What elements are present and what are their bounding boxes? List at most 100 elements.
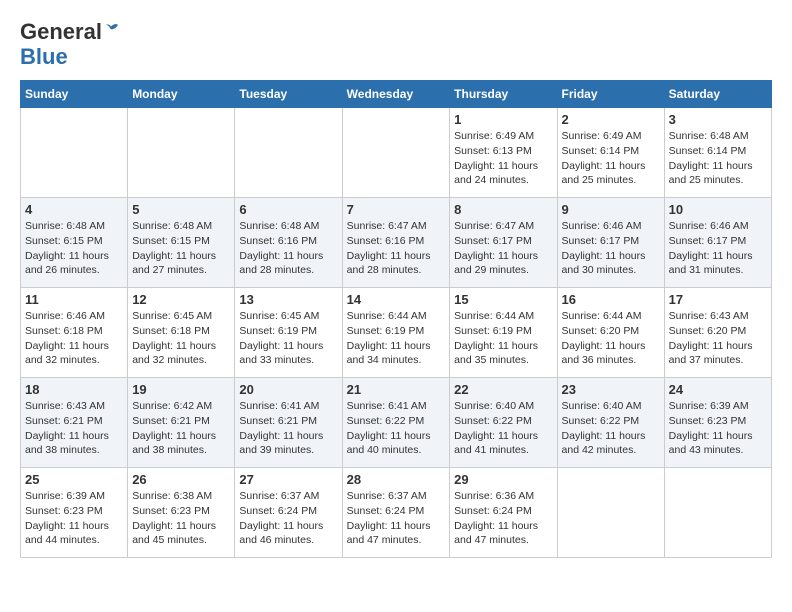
calendar-day-cell: 18 Sunrise: 6:43 AM Sunset: 6:21 PM Dayli…: [21, 378, 128, 468]
calendar-day-cell: 9 Sunrise: 6:46 AM Sunset: 6:17 PM Daylig…: [557, 198, 664, 288]
calendar-week-row: 4 Sunrise: 6:48 AM Sunset: 6:15 PM Daylig…: [21, 198, 772, 288]
calendar-day-cell: 10Sunrise: 6:46 AM Sunset: 6:17 PM Dayli…: [664, 198, 771, 288]
day-info: Sunrise: 6:45 AM Sunset: 6:19 PM Dayligh…: [239, 309, 337, 368]
day-info: Sunrise: 6:47 AM Sunset: 6:17 PM Dayligh…: [454, 219, 552, 278]
calendar-day-cell: [557, 468, 664, 558]
calendar-day-cell: [664, 468, 771, 558]
day-number: 21: [347, 382, 446, 397]
calendar-week-row: 18 Sunrise: 6:43 AM Sunset: 6:21 PM Dayli…: [21, 378, 772, 468]
calendar-header-cell: Saturday: [664, 81, 771, 108]
calendar-day-cell: 3 Sunrise: 6:48 AM Sunset: 6:14 PM Daylig…: [664, 108, 771, 198]
day-info: Sunrise: 6:42 AM Sunset: 6:21 PM Dayligh…: [132, 399, 230, 458]
day-number: 4: [25, 202, 123, 217]
day-number: 19: [132, 382, 230, 397]
calendar-header-cell: Wednesday: [342, 81, 450, 108]
calendar-day-cell: 16 Sunrise: 6:44 AM Sunset: 6:20 PM Dayli…: [557, 288, 664, 378]
logo: General Blue: [20, 20, 120, 70]
calendar-day-cell: 8 Sunrise: 6:47 AM Sunset: 6:17 PM Daylig…: [450, 198, 557, 288]
day-number: 8: [454, 202, 552, 217]
calendar-day-cell: 26 Sunrise: 6:38 AM Sunset: 6:23 PM Dayli…: [128, 468, 235, 558]
calendar-day-cell: 24 Sunrise: 6:39 AM Sunset: 6:23 PM Dayli…: [664, 378, 771, 468]
day-number: 1: [454, 112, 552, 127]
day-info: Sunrise: 6:40 AM Sunset: 6:22 PM Dayligh…: [562, 399, 660, 458]
calendar-body: 1 Sunrise: 6:49 AM Sunset: 6:13 PM Daylig…: [21, 108, 772, 558]
day-info: Sunrise: 6:37 AM Sunset: 6:24 PM Dayligh…: [347, 489, 446, 548]
calendar-day-cell: 1 Sunrise: 6:49 AM Sunset: 6:13 PM Daylig…: [450, 108, 557, 198]
day-info: Sunrise: 6:46 AM Sunset: 6:18 PM Dayligh…: [25, 309, 123, 368]
calendar-header-cell: Friday: [557, 81, 664, 108]
calendar-day-cell: 12Sunrise: 6:45 AM Sunset: 6:18 PM Dayli…: [128, 288, 235, 378]
calendar-day-cell: 19 Sunrise: 6:42 AM Sunset: 6:21 PM Dayli…: [128, 378, 235, 468]
calendar-day-cell: 15 Sunrise: 6:44 AM Sunset: 6:19 PM Dayli…: [450, 288, 557, 378]
day-number: 10: [669, 202, 767, 217]
day-info: Sunrise: 6:36 AM Sunset: 6:24 PM Dayligh…: [454, 489, 552, 548]
calendar-day-cell: 4 Sunrise: 6:48 AM Sunset: 6:15 PM Daylig…: [21, 198, 128, 288]
calendar-day-cell: [342, 108, 450, 198]
day-info: Sunrise: 6:44 AM Sunset: 6:20 PM Dayligh…: [562, 309, 660, 368]
calendar-header-cell: Tuesday: [235, 81, 342, 108]
day-info: Sunrise: 6:43 AM Sunset: 6:20 PM Dayligh…: [669, 309, 767, 368]
day-info: Sunrise: 6:38 AM Sunset: 6:23 PM Dayligh…: [132, 489, 230, 548]
calendar-day-cell: 23 Sunrise: 6:40 AM Sunset: 6:22 PM Dayli…: [557, 378, 664, 468]
day-number: 25: [25, 472, 123, 487]
calendar-week-row: 25 Sunrise: 6:39 AM Sunset: 6:23 PM Dayli…: [21, 468, 772, 558]
calendar-day-cell: [21, 108, 128, 198]
calendar-day-cell: 28 Sunrise: 6:37 AM Sunset: 6:24 PM Dayli…: [342, 468, 450, 558]
day-number: 18: [25, 382, 123, 397]
day-number: 23: [562, 382, 660, 397]
day-number: 26: [132, 472, 230, 487]
day-number: 11: [25, 292, 123, 307]
day-info: Sunrise: 6:49 AM Sunset: 6:13 PM Dayligh…: [454, 129, 552, 188]
day-number: 16: [562, 292, 660, 307]
day-number: 20: [239, 382, 337, 397]
day-number: 15: [454, 292, 552, 307]
calendar-day-cell: 29 Sunrise: 6:36 AM Sunset: 6:24 PM Dayli…: [450, 468, 557, 558]
day-number: 29: [454, 472, 552, 487]
day-number: 24: [669, 382, 767, 397]
day-number: 14: [347, 292, 446, 307]
day-info: Sunrise: 6:46 AM Sunset: 6:17 PM Dayligh…: [562, 219, 660, 278]
day-info: Sunrise: 6:48 AM Sunset: 6:15 PM Dayligh…: [25, 219, 123, 278]
calendar-day-cell: 7Sunrise: 6:47 AM Sunset: 6:16 PM Daylig…: [342, 198, 450, 288]
day-number: 28: [347, 472, 446, 487]
calendar-day-cell: 14 Sunrise: 6:44 AM Sunset: 6:19 PM Dayli…: [342, 288, 450, 378]
calendar-day-cell: 11 Sunrise: 6:46 AM Sunset: 6:18 PM Dayli…: [21, 288, 128, 378]
calendar-day-cell: 13 Sunrise: 6:45 AM Sunset: 6:19 PM Dayli…: [235, 288, 342, 378]
calendar-table: SundayMondayTuesdayWednesdayThursdayFrid…: [20, 80, 772, 558]
day-info: Sunrise: 6:39 AM Sunset: 6:23 PM Dayligh…: [669, 399, 767, 458]
calendar-day-cell: 25 Sunrise: 6:39 AM Sunset: 6:23 PM Dayli…: [21, 468, 128, 558]
day-info: Sunrise: 6:41 AM Sunset: 6:21 PM Dayligh…: [239, 399, 337, 458]
calendar-day-cell: 17 Sunrise: 6:43 AM Sunset: 6:20 PM Dayli…: [664, 288, 771, 378]
day-number: 5: [132, 202, 230, 217]
day-info: Sunrise: 6:41 AM Sunset: 6:22 PM Dayligh…: [347, 399, 446, 458]
logo-general: General: [20, 19, 102, 44]
calendar-week-row: 11 Sunrise: 6:46 AM Sunset: 6:18 PM Dayli…: [21, 288, 772, 378]
calendar-day-cell: 21 Sunrise: 6:41 AM Sunset: 6:22 PM Dayli…: [342, 378, 450, 468]
calendar-day-cell: 27Sunrise: 6:37 AM Sunset: 6:24 PM Dayli…: [235, 468, 342, 558]
calendar-week-row: 1 Sunrise: 6:49 AM Sunset: 6:13 PM Daylig…: [21, 108, 772, 198]
calendar-day-cell: 6 Sunrise: 6:48 AM Sunset: 6:16 PM Daylig…: [235, 198, 342, 288]
calendar-day-cell: [128, 108, 235, 198]
day-number: 3: [669, 112, 767, 127]
day-number: 9: [562, 202, 660, 217]
day-info: Sunrise: 6:43 AM Sunset: 6:21 PM Dayligh…: [25, 399, 123, 458]
calendar-header-cell: Monday: [128, 81, 235, 108]
day-info: Sunrise: 6:48 AM Sunset: 6:16 PM Dayligh…: [239, 219, 337, 278]
logo-bird-icon: [102, 23, 120, 37]
logo-text: General: [20, 20, 120, 44]
day-number: 17: [669, 292, 767, 307]
day-number: 2: [562, 112, 660, 127]
calendar-day-cell: [235, 108, 342, 198]
day-info: Sunrise: 6:39 AM Sunset: 6:23 PM Dayligh…: [25, 489, 123, 548]
day-number: 7: [347, 202, 446, 217]
day-info: Sunrise: 6:40 AM Sunset: 6:22 PM Dayligh…: [454, 399, 552, 458]
day-info: Sunrise: 6:48 AM Sunset: 6:14 PM Dayligh…: [669, 129, 767, 188]
calendar-day-cell: 5Sunrise: 6:48 AM Sunset: 6:15 PM Daylig…: [128, 198, 235, 288]
day-info: Sunrise: 6:44 AM Sunset: 6:19 PM Dayligh…: [454, 309, 552, 368]
day-info: Sunrise: 6:44 AM Sunset: 6:19 PM Dayligh…: [347, 309, 446, 368]
calendar-header-cell: Sunday: [21, 81, 128, 108]
calendar-day-cell: 2 Sunrise: 6:49 AM Sunset: 6:14 PM Daylig…: [557, 108, 664, 198]
day-info: Sunrise: 6:49 AM Sunset: 6:14 PM Dayligh…: [562, 129, 660, 188]
day-number: 13: [239, 292, 337, 307]
day-number: 6: [239, 202, 337, 217]
